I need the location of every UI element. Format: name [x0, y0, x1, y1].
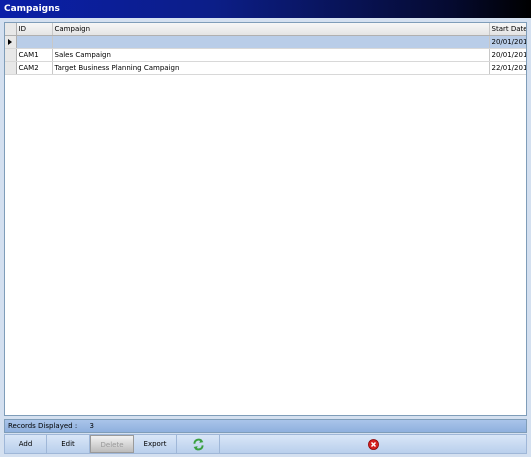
- status-bar: Records Displayed : 3: [4, 419, 527, 433]
- row-selector[interactable]: [5, 48, 17, 62]
- action-toolbar: Add Edit Delete Export: [4, 434, 527, 454]
- campaigns-grid[interactable]: ID Campaign Start Date 20/01/2010 CAM1 S…: [4, 22, 527, 416]
- column-header-campaign[interactable]: Campaign: [52, 23, 490, 36]
- cell-campaign[interactable]: [52, 35, 490, 49]
- cell-id[interactable]: CAM2: [16, 61, 53, 75]
- grid-header-row: ID Campaign Start Date: [5, 23, 526, 36]
- edit-button[interactable]: Edit: [47, 435, 90, 453]
- row-selector-header[interactable]: [5, 23, 17, 36]
- refresh-icon: [192, 438, 204, 450]
- column-header-start-date[interactable]: Start Date: [489, 23, 526, 36]
- refresh-button[interactable]: [177, 435, 220, 453]
- cell-id[interactable]: [16, 35, 53, 49]
- table-row[interactable]: CAM2 Target Business Planning Campaign 2…: [5, 61, 526, 75]
- column-header-id[interactable]: ID: [16, 23, 53, 36]
- cell-start-date[interactable]: 20/01/2010: [489, 48, 526, 62]
- row-selector[interactable]: [5, 35, 17, 49]
- window-title: Campaigns: [0, 0, 531, 18]
- cell-start-date[interactable]: 20/01/2010: [489, 35, 526, 49]
- row-selector[interactable]: [5, 61, 17, 75]
- records-displayed-label: Records Displayed :: [8, 422, 78, 430]
- current-row-arrow-icon: [8, 39, 13, 45]
- records-displayed-count: 3: [89, 422, 94, 430]
- add-button[interactable]: Add: [5, 435, 47, 453]
- table-row[interactable]: 20/01/2010: [5, 35, 526, 49]
- cell-start-date[interactable]: 22/01/2010: [489, 61, 526, 75]
- table-row[interactable]: CAM1 Sales Campaign 20/01/2010: [5, 48, 526, 62]
- export-button[interactable]: Export: [134, 435, 177, 453]
- cell-campaign[interactable]: Target Business Planning Campaign: [52, 61, 490, 75]
- delete-button[interactable]: Delete: [90, 435, 134, 453]
- cell-campaign[interactable]: Sales Campaign: [52, 48, 490, 62]
- close-button[interactable]: [220, 435, 526, 453]
- cell-id[interactable]: CAM1: [16, 48, 53, 62]
- close-icon: [367, 438, 379, 450]
